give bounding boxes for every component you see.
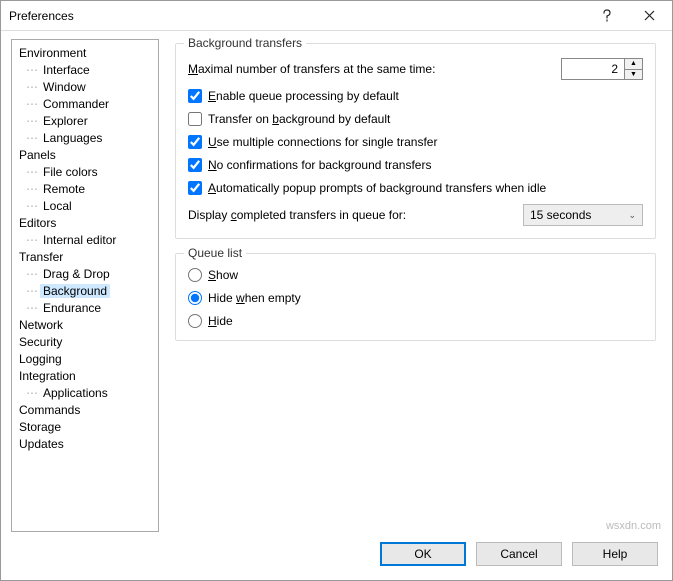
tree-panels[interactable]: Panels [12,146,158,163]
display-completed-select[interactable]: 15 seconds ⌄ [523,204,643,226]
tree-commands[interactable]: Commands [12,401,158,418]
tree-languages[interactable]: ⋯Languages [12,129,158,146]
hide-when-empty-radio[interactable]: Hide when empty [188,291,643,305]
tree-storage[interactable]: Storage [12,418,158,435]
help-icon[interactable] [586,2,628,30]
tree-updates[interactable]: Updates [12,435,158,452]
tree-security[interactable]: Security [12,333,158,350]
tree-interface[interactable]: ⋯Interface [12,61,158,78]
tree-environment[interactable]: Environment [12,44,158,61]
titlebar: Preferences [1,1,672,31]
max-transfers-label: Maximal number of transfers at the same … [188,62,561,76]
display-completed-label: Display completed transfers in queue for… [188,208,523,222]
enable-queue-checkbox[interactable]: Enable queue processing by default [188,89,643,103]
help-button[interactable]: Help [572,542,658,566]
use-multiple-connections-checkbox[interactable]: Use multiple connections for single tran… [188,135,643,149]
transfer-background-checkbox[interactable]: Transfer on background by default [188,112,643,126]
tree-background[interactable]: ⋯Background [12,282,158,299]
hide-radio[interactable]: Hide [188,314,643,328]
tree-filecolors[interactable]: ⋯File colors [12,163,158,180]
max-transfers-input[interactable] [562,59,624,79]
tree-logging[interactable]: Logging [12,350,158,367]
preferences-dialog: Preferences Environment ⋯Interface ⋯Wind… [0,0,673,581]
auto-popup-checkbox[interactable]: Automatically popup prompts of backgroun… [188,181,643,195]
tree-commander[interactable]: ⋯Commander [12,95,158,112]
cancel-button[interactable]: Cancel [476,542,562,566]
tree-integration[interactable]: Integration [12,367,158,384]
group-background-transfers: Background transfers Maximal number of t… [175,43,656,239]
tree-endurance[interactable]: ⋯Endurance [12,299,158,316]
chevron-down-icon: ⌄ [628,210,636,221]
footer: OK Cancel Help [1,532,672,580]
tree-internaleditor[interactable]: ⋯Internal editor [12,231,158,248]
tree-dragdrop[interactable]: ⋯Drag & Drop [12,265,158,282]
content-pane: Background transfers Maximal number of t… [169,39,662,532]
watermark: wsxdn.com [606,520,661,532]
navigation-tree: Environment ⋯Interface ⋯Window ⋯Commande… [11,39,159,532]
tree-remote[interactable]: ⋯Remote [12,180,158,197]
group-title: Queue list [184,246,246,260]
tree-transfer[interactable]: Transfer [12,248,158,265]
tree-editors[interactable]: Editors [12,214,158,231]
tree-explorer[interactable]: ⋯Explorer [12,112,158,129]
spinner-up-icon[interactable]: ▲ [625,59,642,70]
max-transfers-spinner[interactable]: ▲ ▼ [561,58,643,80]
group-title: Background transfers [184,36,306,50]
ok-button[interactable]: OK [380,542,466,566]
close-icon[interactable] [628,2,670,30]
tree-network[interactable]: Network [12,316,158,333]
display-completed-value: 15 seconds [530,208,591,222]
tree-window[interactable]: ⋯Window [12,78,158,95]
window-title: Preferences [9,9,586,23]
spinner-down-icon[interactable]: ▼ [625,70,642,80]
show-radio[interactable]: Show [188,268,643,282]
no-confirmations-checkbox[interactable]: No confirmations for background transfer… [188,158,643,172]
tree-applications[interactable]: ⋯Applications [12,384,158,401]
tree-local[interactable]: ⋯Local [12,197,158,214]
group-queue-list: Queue list Show Hide when empty Hide [175,253,656,341]
